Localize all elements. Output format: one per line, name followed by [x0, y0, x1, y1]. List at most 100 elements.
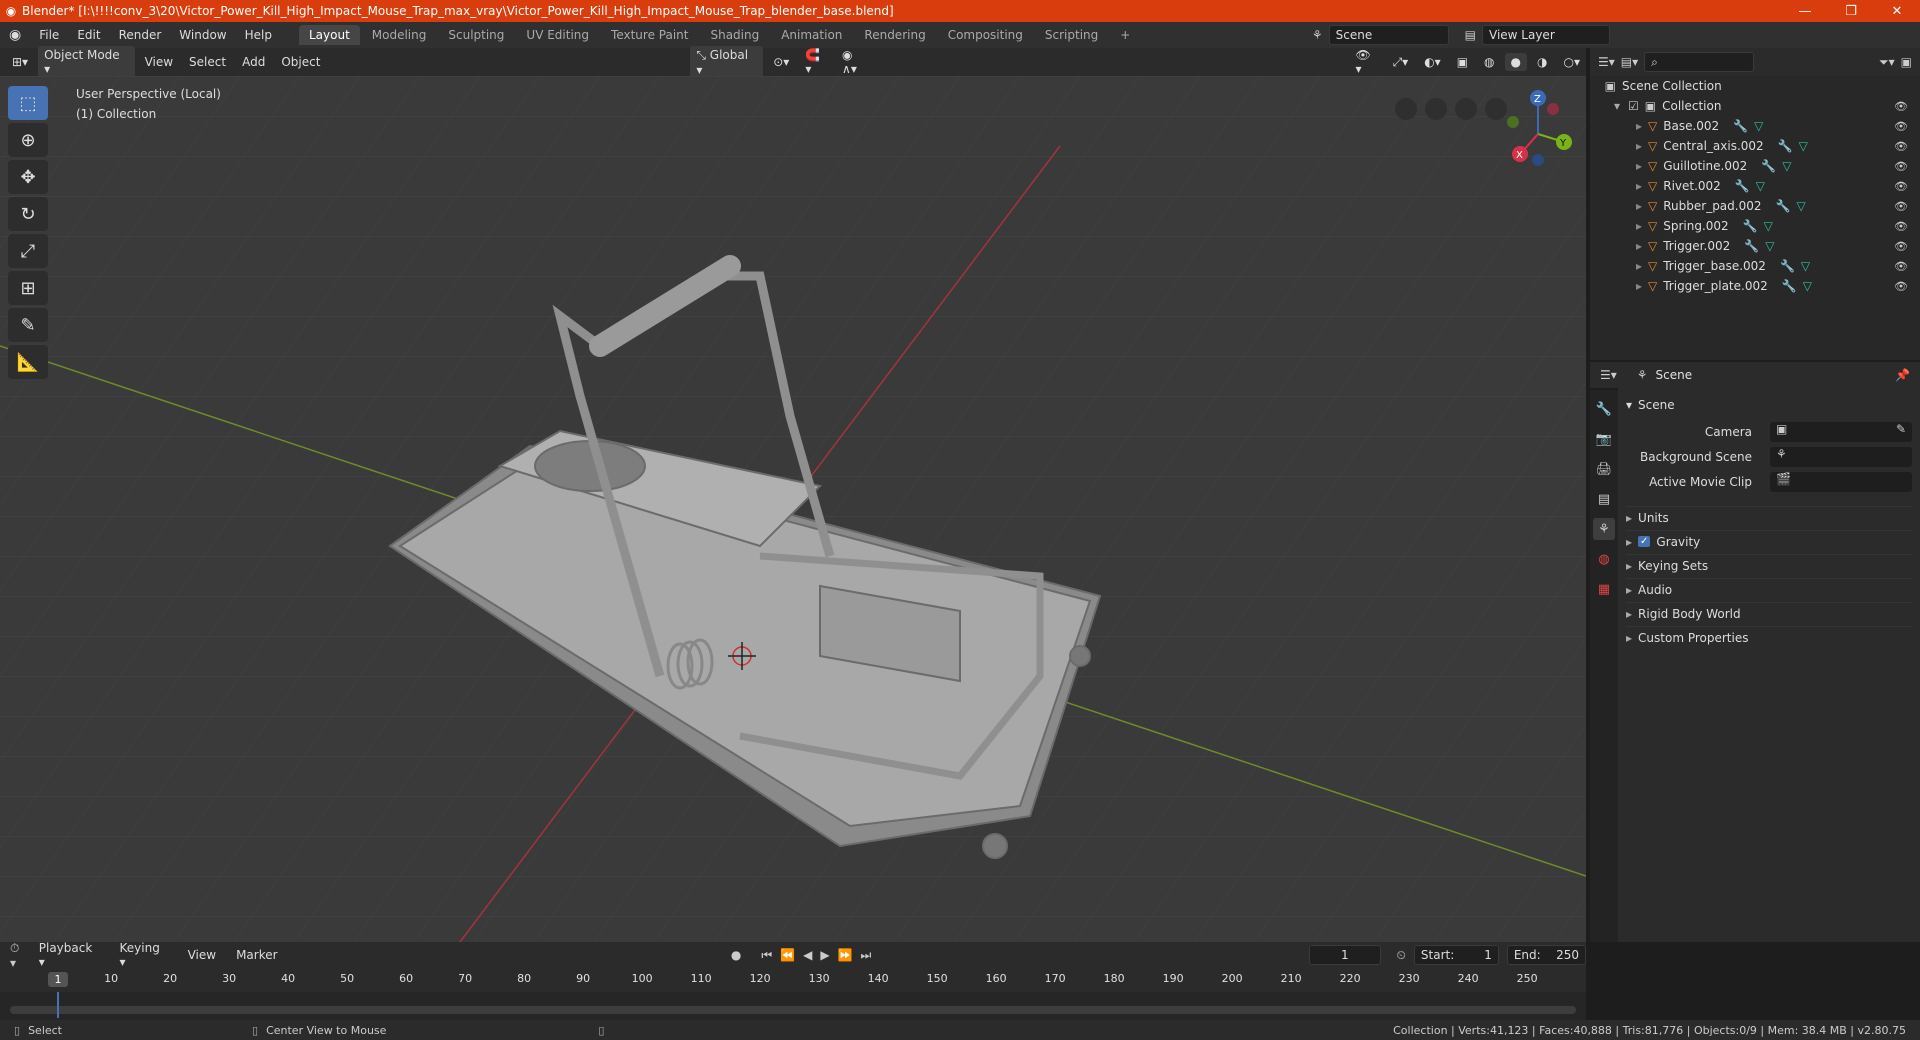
- eye-icon[interactable]: 👁: [1894, 160, 1908, 173]
- end-frame-field[interactable]: End: 250: [1506, 945, 1586, 965]
- close-button[interactable]: ✕: [1874, 4, 1920, 19]
- eye-icon[interactable]: 👁: [1894, 280, 1908, 293]
- xray-icon[interactable]: ▣: [1451, 53, 1474, 71]
- outliner-object-row[interactable]: ▸ ▽ Rivet.002 🔧 ▽ 👁: [1590, 176, 1920, 196]
- play-reverse-icon[interactable]: ◀: [803, 948, 812, 962]
- mesh-data-icon[interactable]: ▽: [1764, 219, 1773, 233]
- subpanel-header[interactable]: ▸ Rigid Body World: [1626, 602, 1912, 624]
- shading-wireframe-icon[interactable]: ◍: [1478, 53, 1500, 71]
- annotate-tool-icon[interactable]: ✎: [8, 308, 48, 342]
- 3d-viewport[interactable]: [0, 76, 1586, 942]
- timeline-editor-icon[interactable]: ⏱▾: [10, 941, 25, 970]
- expand-arrow-icon[interactable]: ▸: [1590, 199, 1642, 213]
- menu-keying[interactable]: Keying ▾: [114, 939, 174, 971]
- frame-ruler[interactable]: 1 10 20 30 40 50 60 70 80 90 100 110 120 130 140 150 160…: [0, 968, 1586, 992]
- prev-keyframe-icon[interactable]: ⏪: [780, 948, 795, 962]
- modifier-wrench-icon[interactable]: 🔧: [1761, 159, 1776, 173]
- expand-arrow-icon[interactable]: ▸: [1590, 139, 1642, 153]
- visibility-icon[interactable]: 👁▾: [1350, 46, 1383, 78]
- subpanel-header[interactable]: ▸ Audio: [1626, 578, 1912, 600]
- orientation-dropdown[interactable]: ⤡ Global ▾: [690, 45, 764, 79]
- jump-end-icon[interactable]: ⏭: [861, 948, 872, 963]
- shading-material-icon[interactable]: ◑: [1531, 53, 1553, 71]
- camera-view-icon[interactable]: [1425, 98, 1447, 120]
- view-layer-field[interactable]: View Layer: [1482, 25, 1610, 45]
- mesh-data-icon[interactable]: ▽: [1796, 199, 1805, 213]
- menu-render[interactable]: Render: [110, 28, 171, 42]
- texture-tab-icon[interactable]: ▦: [1593, 578, 1615, 600]
- proportional-edit-icon[interactable]: ◉ ∧▾: [836, 46, 877, 78]
- expand-arrow-icon[interactable]: ▸: [1590, 119, 1642, 133]
- subpanel-header[interactable]: ▸ Keying Sets: [1626, 554, 1912, 576]
- timeline-scrollbar[interactable]: [10, 1006, 1576, 1014]
- subpanel-header[interactable]: ▸ Units: [1626, 506, 1912, 528]
- pin-icon[interactable]: 📌: [1895, 368, 1910, 382]
- outliner-object-row[interactable]: ▸ ▽ Spring.002 🔧 ▽ 👁: [1590, 216, 1920, 236]
- neg-y-ball[interactable]: [1507, 116, 1519, 128]
- eye-icon[interactable]: 👁: [1894, 200, 1908, 213]
- select-box-tool-icon[interactable]: ⬚: [8, 86, 48, 120]
- record-icon[interactable]: ●: [731, 948, 741, 962]
- tab-modeling[interactable]: Modeling: [362, 25, 437, 45]
- outliner-object-row[interactable]: ▸ ▽ Trigger_base.002 🔧 ▽ 👁: [1590, 256, 1920, 276]
- scene-tab-icon[interactable]: ⚘: [1593, 518, 1615, 540]
- viewport-canvas[interactable]: [0, 76, 1586, 942]
- scene-panel-header[interactable]: ▾ Scene: [1626, 394, 1675, 416]
- cursor-tool-icon[interactable]: ⊕: [8, 123, 48, 157]
- current-frame-field[interactable]: 1: [1309, 945, 1381, 965]
- grid-view-icon[interactable]: [1395, 98, 1417, 120]
- eye-icon[interactable]: 👁: [1894, 260, 1908, 273]
- rotate-tool-icon[interactable]: ↻: [8, 197, 48, 231]
- editor-type-icon[interactable]: ⊞▾: [6, 53, 34, 71]
- next-keyframe-icon[interactable]: ⏩: [838, 948, 853, 962]
- stopwatch-icon[interactable]: ⏲: [1397, 948, 1406, 963]
- output-tab-icon[interactable]: 🖨: [1593, 458, 1615, 480]
- modifier-wrench-icon[interactable]: 🔧: [1776, 199, 1791, 213]
- background-scene-field[interactable]: ⚘: [1770, 447, 1912, 467]
- neg-x-ball[interactable]: [1547, 103, 1559, 115]
- menu-marker[interactable]: Marker: [230, 946, 283, 964]
- menu-object[interactable]: Object: [275, 53, 326, 71]
- mesh-data-icon[interactable]: ▽: [1782, 159, 1791, 173]
- display-mode-icon[interactable]: ▤▾: [1621, 55, 1638, 69]
- subpanel-header[interactable]: ▸ Custom Properties: [1626, 626, 1912, 648]
- maximize-button[interactable]: ❐: [1828, 4, 1874, 19]
- eye-icon[interactable]: 👁: [1894, 240, 1908, 253]
- menu-help[interactable]: Help: [236, 28, 281, 42]
- menu-window[interactable]: Window: [170, 28, 235, 42]
- pan-hand-icon[interactable]: [1455, 98, 1477, 120]
- expand-arrow-icon[interactable]: ▸: [1590, 179, 1642, 193]
- modifier-wrench-icon[interactable]: 🔧: [1744, 239, 1759, 253]
- outliner-object-row[interactable]: ▸ ▽ Guillotine.002 🔧 ▽ 👁: [1590, 156, 1920, 176]
- add-workspace-button[interactable]: +: [1110, 25, 1140, 45]
- outliner-editor-icon[interactable]: ☰▾: [1598, 55, 1615, 69]
- filter-icon[interactable]: ⏷▾: [1879, 55, 1895, 70]
- tab-rendering[interactable]: Rendering: [854, 25, 935, 45]
- play-icon[interactable]: ▶: [820, 948, 829, 962]
- menu-timeline-view[interactable]: View: [182, 946, 222, 964]
- shading-solid-icon[interactable]: ●: [1504, 53, 1528, 71]
- tab-scripting[interactable]: Scripting: [1035, 25, 1108, 45]
- expand-arrow-icon[interactable]: ▸: [1590, 219, 1642, 233]
- mesh-data-icon[interactable]: ▽: [1765, 239, 1774, 253]
- new-collection-icon[interactable]: ▣: [1901, 55, 1912, 69]
- eye-icon[interactable]: 👁: [1894, 100, 1908, 113]
- eye-icon[interactable]: 👁: [1894, 180, 1908, 193]
- measure-tool-icon[interactable]: 📐: [8, 345, 48, 379]
- subpanel-header[interactable]: ▸ ✓ Gravity: [1626, 530, 1912, 552]
- menu-file[interactable]: File: [30, 28, 68, 42]
- tab-uv-editing[interactable]: UV Editing: [516, 25, 599, 45]
- checkbox-icon[interactable]: ☑: [1628, 99, 1639, 113]
- outliner-collection[interactable]: ▾ ☑ ▣ Collection 👁: [1590, 96, 1920, 116]
- eye-icon[interactable]: 👁: [1894, 140, 1908, 153]
- mesh-data-icon[interactable]: ▽: [1803, 279, 1812, 293]
- current-frame-marker[interactable]: 1: [48, 972, 68, 987]
- gizmo-icon[interactable]: ⤢▾: [1387, 53, 1415, 72]
- tab-sculpting[interactable]: Sculpting: [438, 25, 514, 45]
- expand-arrow-icon[interactable]: ▸: [1590, 279, 1642, 293]
- expand-arrow-icon[interactable]: ▸: [1590, 259, 1642, 273]
- tool-tab-icon[interactable]: 🔧: [1593, 398, 1615, 420]
- gravity-checkbox[interactable]: ✓: [1638, 536, 1651, 547]
- tab-layout[interactable]: Layout: [298, 25, 360, 45]
- snap-icon[interactable]: 🧲▾: [799, 46, 832, 78]
